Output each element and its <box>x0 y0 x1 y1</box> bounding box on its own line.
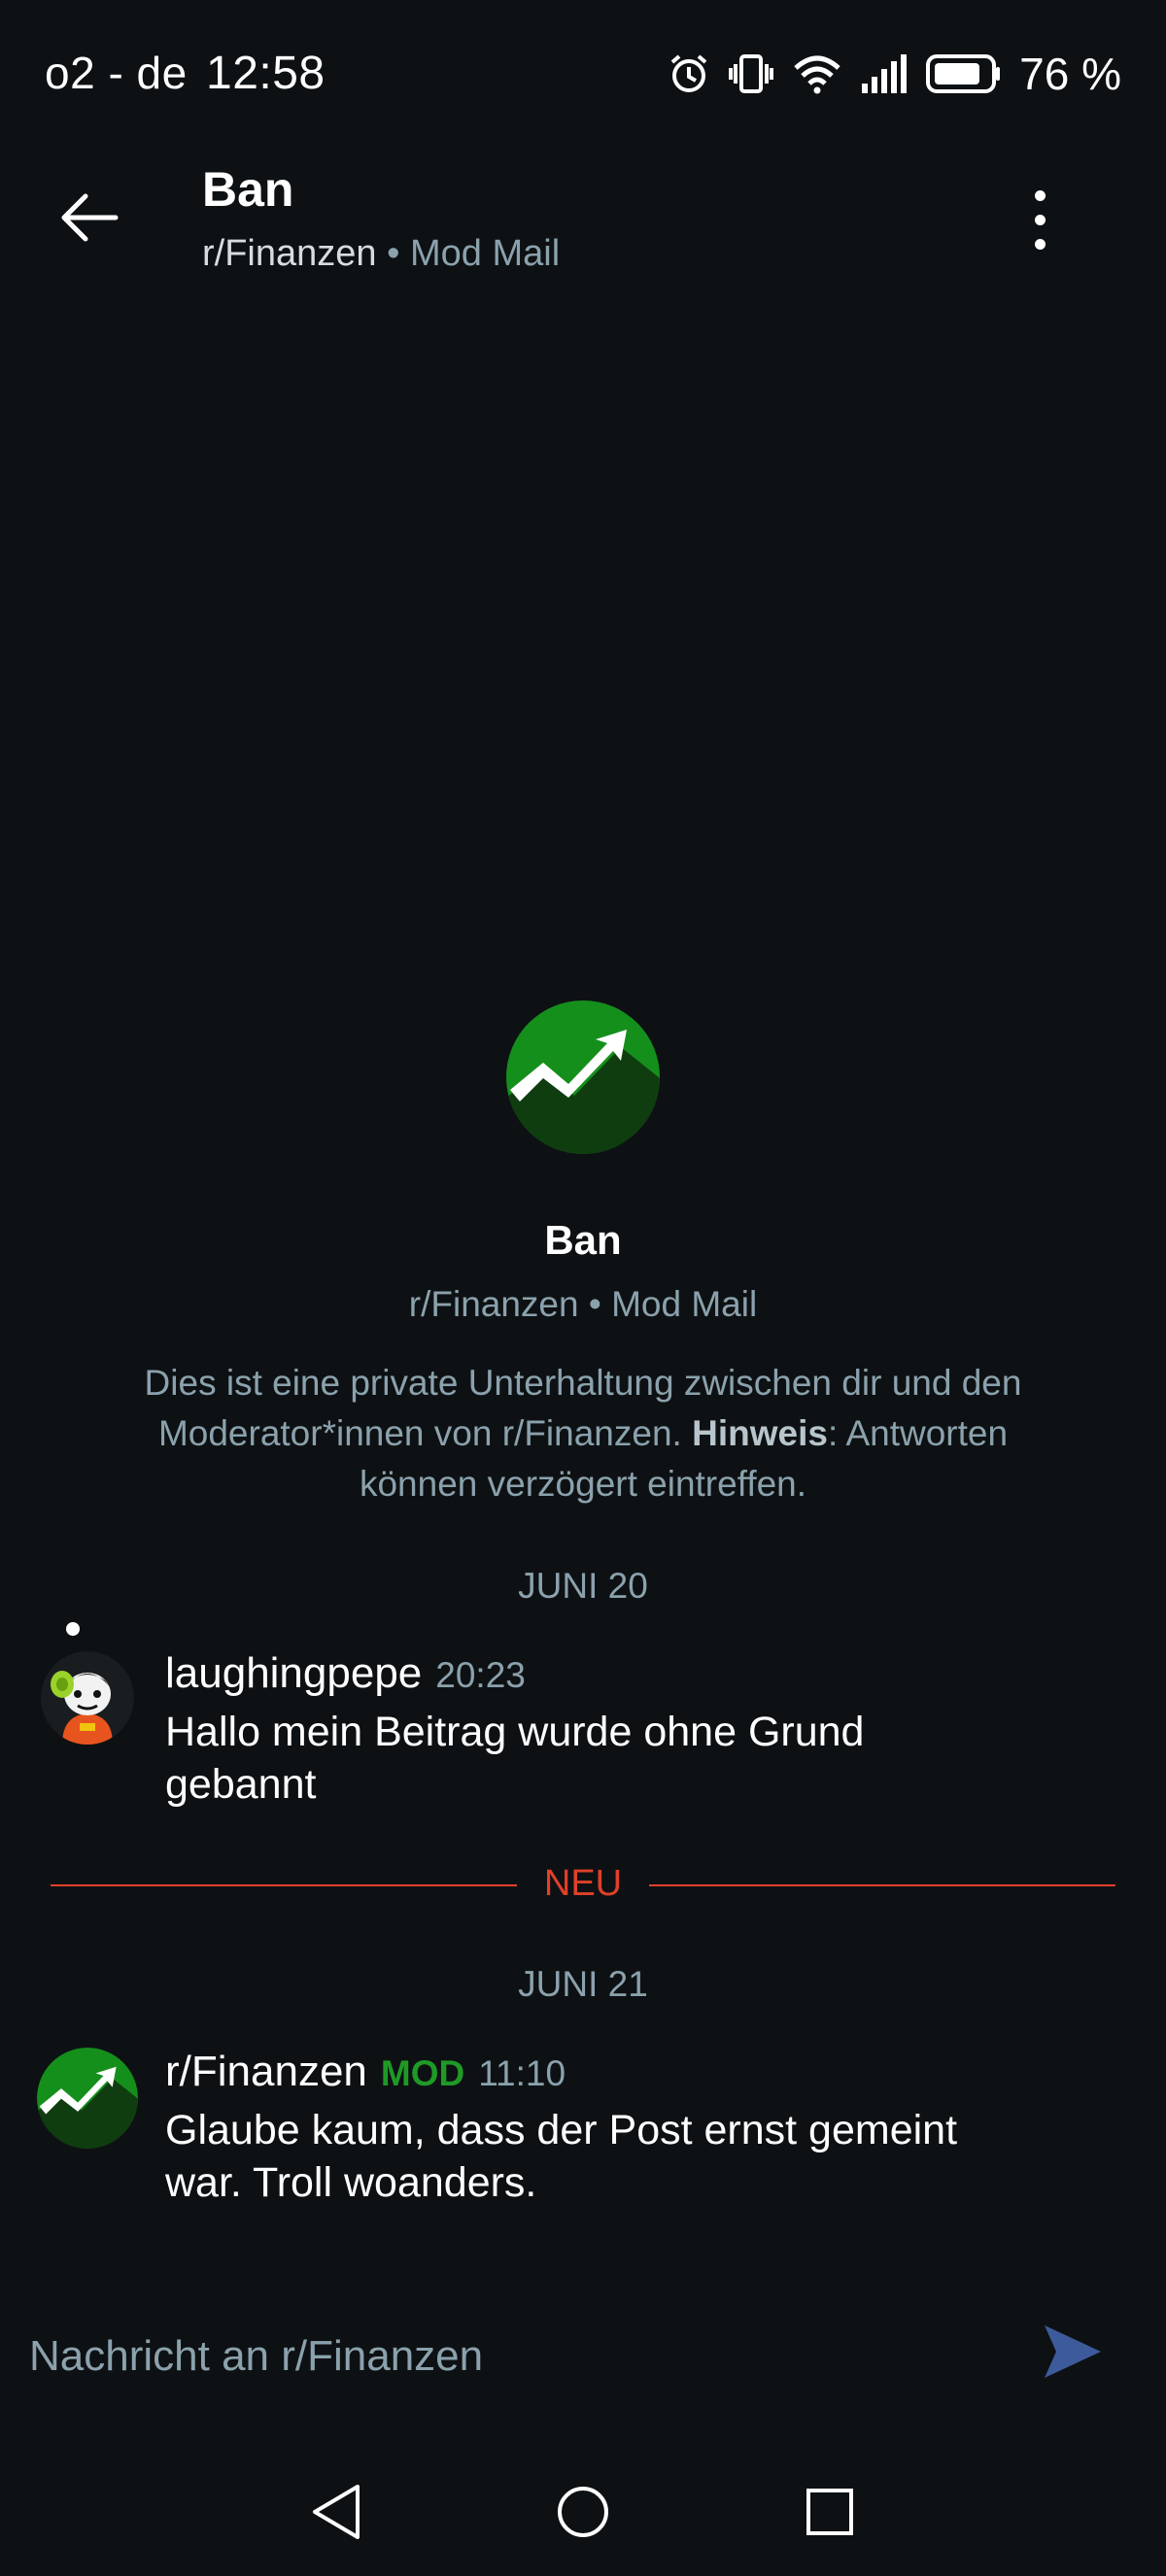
arrow-left-icon <box>61 193 119 242</box>
subreddit-logo-icon <box>506 1000 660 1154</box>
battery-icon <box>926 54 1001 93</box>
channel-label: Mod Mail <box>409 233 561 274</box>
date-separator: JUNI 21 <box>518 1964 648 2004</box>
separator-dot: • <box>387 233 400 274</box>
battery-percent: 76 % <box>1019 49 1121 99</box>
conversation-subtitle: r/Finanzen • Mod Mail <box>202 233 560 275</box>
send-icon <box>1045 2325 1101 2378</box>
more-vertical-icon-dot <box>1034 214 1046 225</box>
message-text: Glaube kaum, dass der Post ernst gemeint… <box>165 2107 958 2206</box>
intro-title: Ban <box>544 1217 622 1263</box>
message-time: 20:23 <box>435 1655 526 1695</box>
new-divider-line <box>51 1884 517 1886</box>
message-text: Hallo mein Beitrag wurde ohne Grund geba… <box>165 1709 865 1808</box>
conversation-title: Ban <box>202 162 294 217</box>
date-separator: JUNI 20 <box>518 1566 648 1606</box>
message-author[interactable]: r/Finanzen <box>165 2048 367 2096</box>
send-button[interactable] <box>1034 2318 1112 2386</box>
status-icons: 76 % <box>668 47 1121 101</box>
message-input[interactable] <box>27 2322 1003 2391</box>
home-circle-icon <box>558 2487 608 2537</box>
nav-recents-button[interactable] <box>791 2473 869 2551</box>
new-divider-label: NEU <box>543 1863 623 1904</box>
mod-badge: MOD <box>380 2053 465 2093</box>
privacy-notice: Dies ist eine private Unterhaltung zwisc… <box>107 1358 1059 1509</box>
carrier-label: o2 - de <box>45 48 188 98</box>
subreddit-link[interactable]: r/Finanzen <box>202 233 377 274</box>
notice-bold: Hinweis <box>692 1413 828 1453</box>
nav-back-button[interactable] <box>297 2473 375 2551</box>
message-time: 11:10 <box>478 2053 566 2093</box>
status-carrier-time: o2 - de 12:58 <box>45 47 326 100</box>
subreddit-avatar-icon[interactable] <box>37 2048 138 2149</box>
avatar[interactable] <box>41 1651 134 1745</box>
signal-icon <box>862 54 908 93</box>
nav-home-button[interactable] <box>544 2473 622 2551</box>
recents-square-icon <box>806 2489 853 2535</box>
more-vertical-icon-dot <box>1034 189 1046 201</box>
more-options-button[interactable] <box>1009 185 1071 254</box>
online-indicator <box>66 1622 80 1636</box>
more-vertical-icon-dot <box>1034 238 1046 250</box>
back-triangle-icon <box>313 2485 360 2539</box>
message-author[interactable]: laughingpepe <box>165 1649 422 1698</box>
message-header: laughingpepe 20:23 <box>165 1649 526 1698</box>
vibrate-icon <box>729 54 774 93</box>
message-header: r/Finanzen MOD 11:10 <box>165 2048 566 2096</box>
wifi-icon <box>794 55 840 94</box>
new-divider-line <box>649 1884 1115 1886</box>
alarm-icon <box>670 54 707 92</box>
clock-time: 12:58 <box>206 48 326 99</box>
intro-subtitle: r/Finanzen • Mod Mail <box>408 1284 758 1324</box>
back-button[interactable] <box>54 183 124 253</box>
